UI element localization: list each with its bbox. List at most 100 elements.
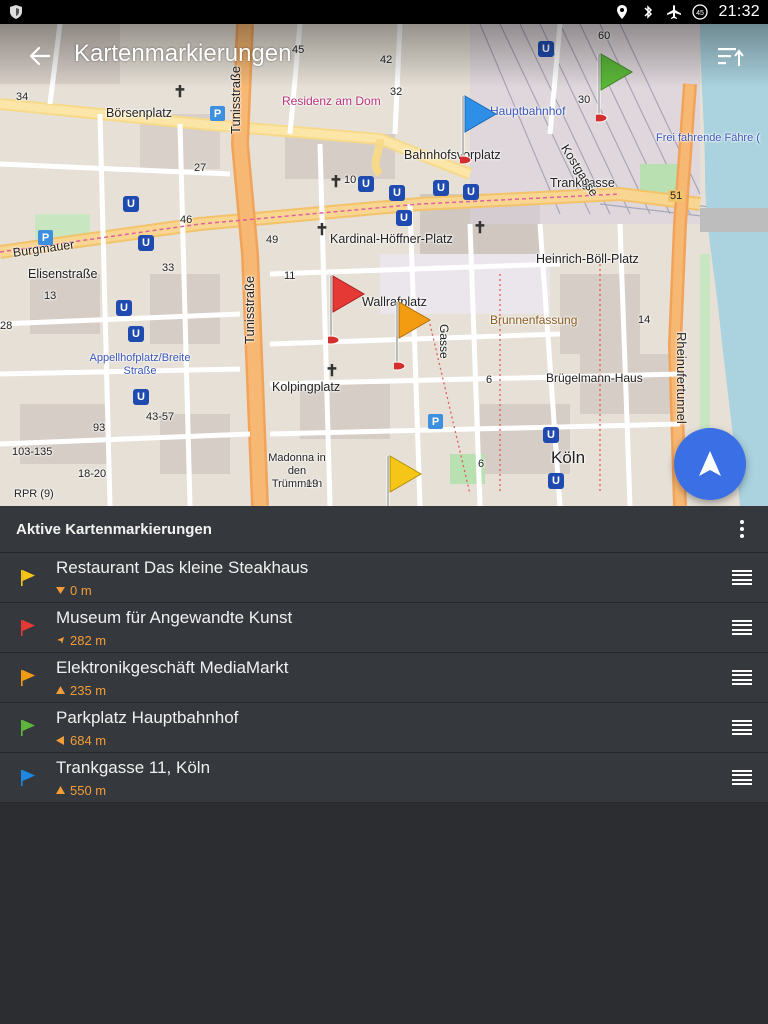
map-label: Börsenplatz [106,106,173,120]
location-icon [617,5,628,19]
distance-value: 0 m [70,583,92,598]
drag-handle-icon[interactable] [732,570,752,585]
map-label: Appellhofplatz/Breite Straße [89,352,191,377]
marker-name: Trankgasse 11, Köln [56,758,211,777]
marker-distance: 550 m [56,783,106,798]
marker-list-item[interactable]: Restaurant Das kleine Steakhaus 0 m [0,553,768,603]
clock: 21:32 [718,3,760,20]
house-number: 34 [16,91,29,103]
map-marker-blue-flag[interactable] [460,94,500,168]
distance-value: 282 m [70,633,107,648]
drag-handle-icon[interactable] [732,770,752,785]
marker-list-item[interactable]: Museum für Angewandte Kunst 282 m [0,603,768,653]
battery-icon: 45 [692,4,709,20]
direction-arrow-icon [56,686,65,694]
ubahn-icon: U [548,473,564,489]
orange-flag-icon [21,670,35,686]
house-number: 13 [44,290,57,302]
ubahn-icon: U [128,326,144,342]
drag-handle-icon[interactable] [732,720,752,735]
distance-value: 235 m [70,683,107,698]
marker-name: Restaurant Das kleine Steakhaus [56,558,309,577]
house-number: 6 [478,458,485,470]
ubahn-icon: U [433,180,449,196]
svg-text:45: 45 [697,10,705,17]
map-marker-yellow-flag[interactable] [385,454,425,506]
church-icon: ✝ [325,363,339,380]
marker-distance: 235 m [56,683,106,698]
green-flag-icon [21,720,35,736]
road-number: 51 [668,190,685,202]
map-label: Elisenstraße [28,267,98,281]
house-number: 103-135 [12,446,53,458]
map-view[interactable]: Börsenplatz Residenz am Dom Bahnhofsvorp… [0,24,768,506]
map-label: Rheinufertunnel [674,332,689,424]
app-bar: Kartenmarkierungen [0,24,768,88]
marker-name: Parkplatz Hauptbahnhof [56,708,239,727]
panel-title: Aktive Kartenmarkierungen [16,520,212,538]
map-label: Hauptbahnhof [490,104,566,118]
church-icon: ✝ [329,174,343,191]
parking-icon: P [210,106,225,121]
navigate-button[interactable] [674,428,746,500]
parking-icon: P [38,230,53,245]
map-label: Residenz am Dom [282,94,381,108]
map-label: RPR (9) [14,488,54,500]
house-number: 10 [344,174,357,186]
map-label: Gasse [437,324,451,359]
bluetooth-icon [644,5,653,19]
house-number: 6 [486,374,493,386]
map-marker-orange-flag[interactable] [394,300,434,374]
marker-name: Museum für Angewandte Kunst [56,608,293,627]
ubahn-icon: U [543,427,559,443]
sort-icon[interactable] [716,44,744,70]
airplane-mode-icon [667,5,682,19]
distance-value: 550 m [70,783,107,798]
ubahn-icon: U [396,210,412,226]
more-vert-icon[interactable] [732,517,752,541]
marker-name: Elektronikgeschäft MediaMarkt [56,658,289,677]
markers-panel: Aktive Kartenmarkierungen Restaurant Das… [0,506,768,1024]
marker-list-item[interactable]: Elektronikgeschäft MediaMarkt 235 m [0,653,768,703]
distance-value: 684 m [70,733,107,748]
ubahn-icon: U [116,300,132,316]
church-icon: ✝ [473,220,487,237]
ubahn-icon: U [138,235,154,251]
marker-list-item[interactable]: Parkplatz Hauptbahnhof 684 m [0,703,768,753]
page-title: Kartenmarkierungen [74,40,292,67]
drag-handle-icon[interactable] [732,620,752,635]
ubahn-icon: U [133,389,149,405]
house-number: 19 [306,478,319,490]
map-label: Brunnenfassung [490,313,578,327]
map-label: Köln [551,448,586,467]
house-number: 18-20 [78,468,107,480]
map-label: Madonna in den Trümmern [268,452,326,490]
map-label: Kolpingplatz [272,380,341,394]
map-label: Frei fahrende Fähre ( [656,132,760,144]
house-number: 93 [93,422,106,434]
marker-distance: 282 m [56,633,106,648]
house-number: 49 [266,234,279,246]
parking-icon: P [428,414,443,429]
drag-handle-icon[interactable] [732,670,752,685]
house-number: 28 [0,320,13,332]
map-label: Kardinal-Höffner-Platz [330,232,453,246]
back-button[interactable] [22,42,58,70]
house-number: 11 [284,270,296,282]
map-marker-red-flag[interactable] [328,274,368,348]
panel-header: Aktive Kartenmarkierungen [0,506,768,553]
house-number: 33 [162,262,175,274]
arrow-left-icon [29,46,51,66]
direction-arrow-icon [56,736,64,745]
house-number: 46 [180,214,193,226]
house-number: 43-57 [146,411,175,423]
church-icon: ✝ [315,222,329,239]
marker-distance: 684 m [56,733,106,748]
ubahn-icon: U [463,184,479,200]
marker-distance: 0 m [56,583,92,598]
blue-flag-icon [21,770,35,786]
marker-list-item[interactable]: Trankgasse 11, Köln 550 m [0,753,768,803]
status-bar: 45 21:32 [0,0,768,24]
ubahn-icon: U [123,196,139,212]
ubahn-icon: U [358,176,374,192]
